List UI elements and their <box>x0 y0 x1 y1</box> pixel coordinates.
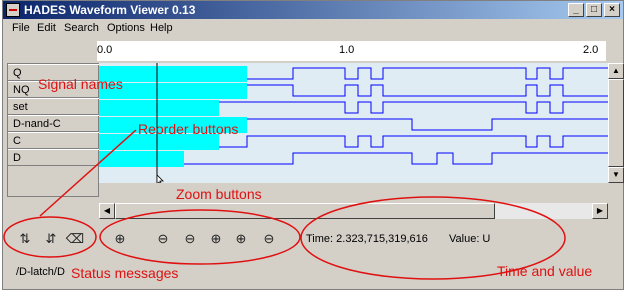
wave-d-nand-c <box>247 118 608 131</box>
waveform-viewer-window: HADES Waveform Viewer 0.13 _ □ × File Ed… <box>2 0 624 290</box>
zoom-out-2-icon: ⊖ <box>184 231 196 246</box>
annotation-time-and-value: Time and value <box>497 263 593 279</box>
menu-bar: File Edit Search Options Help <box>3 20 623 38</box>
wave-d <box>184 152 608 165</box>
move-up-icon: ⇅ <box>19 231 31 246</box>
signal-name-d-nand-c[interactable]: D-nand-C <box>8 115 99 132</box>
window-title: HADES Waveform Viewer 0.13 <box>24 3 196 17</box>
wave-q <box>247 67 608 80</box>
maximize-button[interactable]: □ <box>586 3 602 17</box>
minimize-button[interactable]: _ <box>568 3 584 17</box>
wave-c <box>219 135 608 148</box>
delete-icon: ⌫ <box>65 231 85 246</box>
close-button[interactable]: × <box>604 3 620 17</box>
title-bar: HADES Waveform Viewer 0.13 _ □ × <box>3 1 623 19</box>
scroll-up-icon[interactable]: ▲ <box>608 63 624 79</box>
zoom-out-3-icon: ⊖ <box>263 231 275 246</box>
vertical-scroll-thumb[interactable] <box>608 79 624 167</box>
wave-set <box>219 101 608 114</box>
signal-name-d[interactable]: D <box>8 149 99 166</box>
annotation-zoom-buttons: Zoom buttons <box>176 186 262 202</box>
ruler-tick: 0.0 <box>97 44 113 56</box>
time-readout: Time: 2.323,715,319,616 <box>306 233 428 245</box>
signal-name-set[interactable]: set <box>8 98 99 115</box>
move-signal-down-button[interactable]: ⇵ <box>41 230 61 248</box>
zoom-out-icon: ⊖ <box>157 231 169 246</box>
zoom-in-button[interactable]: ⊕ <box>206 230 226 248</box>
menu-search[interactable]: Search <box>64 22 99 34</box>
zoom-fit-button[interactable]: ⊕ <box>110 230 130 248</box>
annotation-status-messages: Status messages <box>71 265 179 281</box>
move-down-icon: ⇵ <box>45 231 57 246</box>
zoom-in-icon: ⊕ <box>210 231 222 246</box>
zoom-out-2-button[interactable]: ⊖ <box>180 230 200 248</box>
app-icon <box>6 3 20 17</box>
status-message: /D-latch/D <box>16 266 65 278</box>
menu-file[interactable]: File <box>12 22 30 34</box>
time-ruler[interactable]: 0.0 1.0 2.0 <box>97 41 606 61</box>
signal-name-c[interactable]: C <box>8 132 99 149</box>
annotation-reorder-buttons: Reorder buttons <box>138 121 239 137</box>
scroll-left-icon[interactable]: ◀ <box>99 203 115 219</box>
delete-signal-button[interactable]: ⌫ <box>65 230 85 248</box>
zoom-out-3-button[interactable]: ⊖ <box>259 230 279 248</box>
scroll-down-icon[interactable]: ▼ <box>608 167 624 183</box>
menu-options[interactable]: Options <box>107 22 145 34</box>
wave-nq <box>247 84 608 97</box>
horizontal-scrollbar[interactable]: ◀ ▶ <box>99 203 608 219</box>
zoom-out-button[interactable]: ⊖ <box>153 230 173 248</box>
annotation-signal-names: Signal names <box>38 76 123 92</box>
mouse-pointer-icon <box>156 174 164 183</box>
vertical-scrollbar[interactable]: ▲ ▼ <box>608 63 624 183</box>
value-readout: Value: U <box>449 233 491 245</box>
ruler-tick: 1.0 <box>339 44 355 56</box>
horizontal-scroll-thumb[interactable] <box>115 203 495 219</box>
zoom-fit-icon: ⊕ <box>114 231 126 246</box>
menu-help[interactable]: Help <box>150 22 173 34</box>
menu-edit[interactable]: Edit <box>37 22 56 34</box>
ruler-tick: 2.0 <box>583 44 599 56</box>
scroll-right-icon[interactable]: ▶ <box>592 203 608 219</box>
zoom-in-2-button[interactable]: ⊕ <box>231 230 251 248</box>
zoom-in-2-icon: ⊕ <box>235 231 247 246</box>
move-signal-up-button[interactable]: ⇅ <box>15 230 35 248</box>
